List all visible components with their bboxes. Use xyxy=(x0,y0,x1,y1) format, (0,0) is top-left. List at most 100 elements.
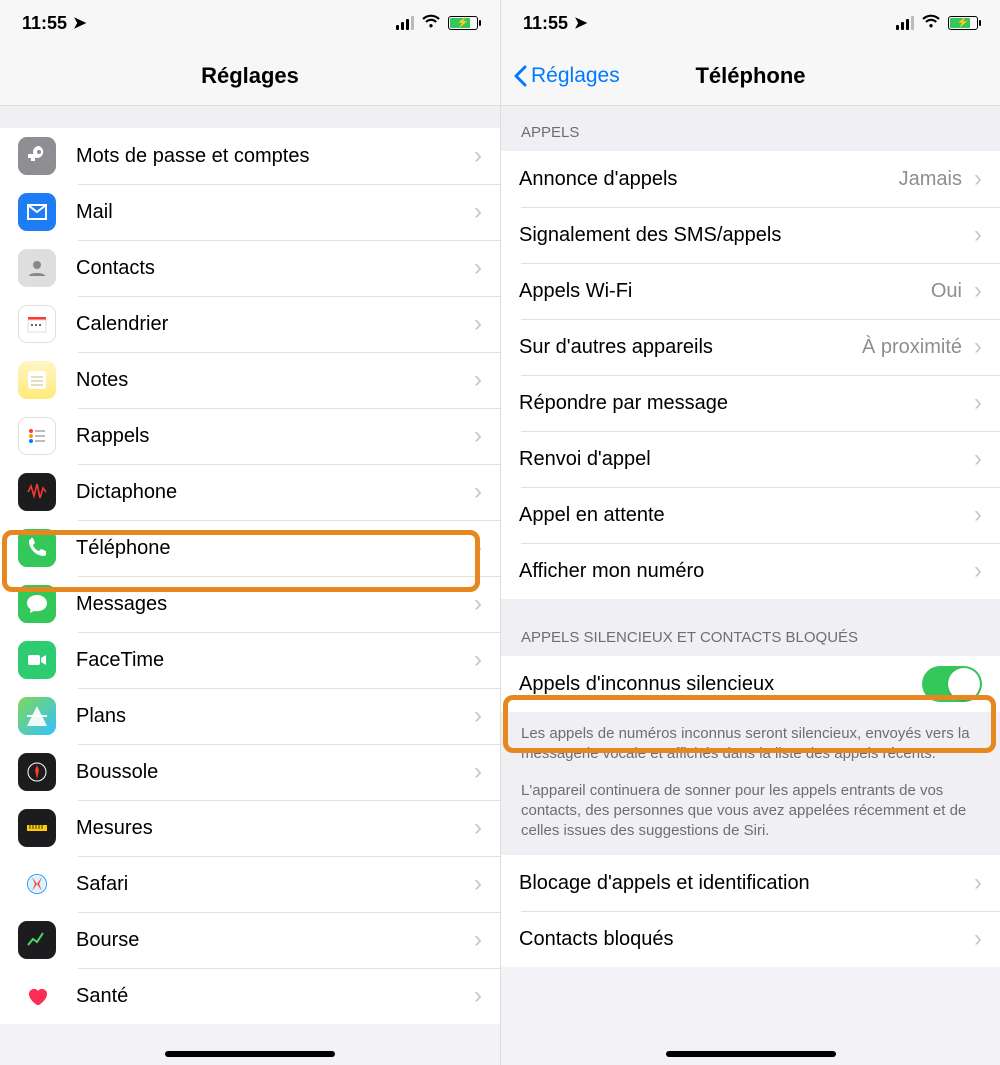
phone-row-forward[interactable]: Renvoi d'appel› xyxy=(501,431,1000,487)
settings-row-label: Safari xyxy=(76,873,470,896)
section-header-calls: APPELS xyxy=(501,106,1000,151)
settings-row-safari[interactable]: Safari› xyxy=(0,856,500,912)
settings-row-notes[interactable]: Notes› xyxy=(0,352,500,408)
silence-unknown-toggle[interactable] xyxy=(922,666,982,702)
chevron-right-icon: › xyxy=(474,758,482,786)
phone-row-label: Signalement des SMS/appels xyxy=(519,224,970,247)
chevron-right-icon: › xyxy=(974,165,982,193)
phone-settings-screen: 11:55 ➤ ⚡ Réglages Téléphone APPELS Anno… xyxy=(500,0,1000,1065)
settings-row-label: Contacts xyxy=(76,257,470,280)
settings-row-label: Téléphone xyxy=(76,537,470,560)
phone-row-label: Annonce d'appels xyxy=(519,168,899,191)
settings-row-label: Bourse xyxy=(76,929,470,952)
battery-icon: ⚡ xyxy=(448,16,478,30)
settings-row-compass[interactable]: Boussole› xyxy=(0,744,500,800)
phone-row-label: Répondre par message xyxy=(519,392,970,415)
chevron-right-icon: › xyxy=(474,590,482,618)
chevron-right-icon: › xyxy=(474,198,482,226)
phone-row-report[interactable]: Signalement des SMS/appels› xyxy=(501,207,1000,263)
signal-icon xyxy=(396,16,414,30)
settings-row-messages[interactable]: Messages› xyxy=(0,576,500,632)
phone-row-label: Blocage d'appels et identification xyxy=(519,872,970,895)
chevron-right-icon: › xyxy=(474,142,482,170)
key-icon xyxy=(18,137,56,175)
phone-row-waiting[interactable]: Appel en attente› xyxy=(501,487,1000,543)
phone-row-blocked[interactable]: Contacts bloqués› xyxy=(501,911,1000,967)
back-button[interactable]: Réglages xyxy=(513,64,620,88)
phone-row-value: Jamais xyxy=(899,168,962,191)
status-bar-2: 11:55 ➤ ⚡ xyxy=(501,0,1000,46)
home-indicator-2 xyxy=(666,1051,836,1057)
mail-icon xyxy=(18,193,56,231)
voice-icon xyxy=(18,473,56,511)
phone-row-label: Appels Wi-Fi xyxy=(519,280,931,303)
phone-row-label: Renvoi d'appel xyxy=(519,448,970,471)
silence-footer-1: Les appels de numéros inconnus seront si… xyxy=(501,712,1000,779)
settings-row-health[interactable]: Santé› xyxy=(0,968,500,1024)
silence-unknown-label: Appels d'inconnus silencieux xyxy=(519,673,922,696)
settings-row-calendar[interactable]: Calendrier› xyxy=(0,296,500,352)
location-icon-2: ➤ xyxy=(574,13,587,33)
facetime-icon xyxy=(18,641,56,679)
chevron-right-icon: › xyxy=(974,389,982,417)
location-icon: ➤ xyxy=(73,13,86,33)
settings-title: Réglages xyxy=(201,63,299,89)
settings-row-label: Notes xyxy=(76,369,470,392)
calendar-icon xyxy=(18,305,56,343)
phone-row-otherdev[interactable]: Sur d'autres appareilsÀ proximité › xyxy=(501,319,1000,375)
phone-row-label: Contacts bloqués xyxy=(519,928,970,951)
chevron-right-icon: › xyxy=(974,557,982,585)
settings-row-label: Santé xyxy=(76,985,470,1008)
chevron-right-icon: › xyxy=(474,926,482,954)
chevron-right-icon: › xyxy=(974,501,982,529)
silence-footer-2: L'appareil continuera de sonner pour les… xyxy=(501,779,1000,856)
status-bar: 11:55 ➤ ⚡ xyxy=(0,0,500,46)
phone-title: Téléphone xyxy=(695,63,805,89)
settings-row-label: Mots de passe et comptes xyxy=(76,145,470,168)
section-header-silence: APPELS SILENCIEUX ET CONTACTS BLOQUÉS xyxy=(501,599,1000,656)
reminders-icon xyxy=(18,417,56,455)
safari-icon xyxy=(18,865,56,903)
phone-row-label: Appel en attente xyxy=(519,504,970,527)
phone-row-respondmsg[interactable]: Répondre par message› xyxy=(501,375,1000,431)
chevron-right-icon: › xyxy=(474,982,482,1010)
settings-navbar: Réglages xyxy=(0,46,500,106)
settings-row-voicerec[interactable]: Dictaphone› xyxy=(0,464,500,520)
back-label: Réglages xyxy=(531,64,620,88)
phone-row-announce[interactable]: Annonce d'appelsJamais › xyxy=(501,151,1000,207)
silence-unknown-row[interactable]: Appels d'inconnus silencieux xyxy=(501,656,1000,712)
chevron-right-icon: › xyxy=(474,422,482,450)
settings-row-mail[interactable]: Mail› xyxy=(0,184,500,240)
status-time-2: 11:55 xyxy=(523,13,568,34)
phone-row-wifi[interactable]: Appels Wi-FiOui› xyxy=(501,263,1000,319)
chevron-right-icon: › xyxy=(974,333,982,361)
phone-row-value: À proximité xyxy=(862,336,962,359)
wifi-icon-2 xyxy=(921,13,941,34)
chevron-right-icon: › xyxy=(474,646,482,674)
settings-row-facetime[interactable]: FaceTime› xyxy=(0,632,500,688)
settings-row-stocks[interactable]: Bourse› xyxy=(0,912,500,968)
settings-row-maps[interactable]: Plans› xyxy=(0,688,500,744)
settings-row-label: Calendrier xyxy=(76,313,470,336)
chevron-right-icon: › xyxy=(474,478,482,506)
chevron-right-icon: › xyxy=(974,925,982,953)
chevron-right-icon: › xyxy=(474,870,482,898)
phone-row-showid[interactable]: Afficher mon numéro› xyxy=(501,543,1000,599)
signal-icon-2 xyxy=(896,16,914,30)
settings-row-passwords[interactable]: Mots de passe et comptes› xyxy=(0,128,500,184)
messages-icon xyxy=(18,585,56,623)
chevron-right-icon: › xyxy=(974,277,982,305)
home-indicator xyxy=(165,1051,335,1057)
maps-icon xyxy=(18,697,56,735)
settings-row-contacts[interactable]: Contacts› xyxy=(0,240,500,296)
settings-row-measures[interactable]: Mesures› xyxy=(0,800,500,856)
phone-row-label: Sur d'autres appareils xyxy=(519,336,862,359)
settings-row-phone[interactable]: Téléphone› xyxy=(0,520,500,576)
settings-row-label: FaceTime xyxy=(76,649,470,672)
settings-row-reminders[interactable]: Rappels› xyxy=(0,408,500,464)
chevron-right-icon: › xyxy=(474,702,482,730)
compass-icon xyxy=(18,753,56,791)
battery-icon-2: ⚡ xyxy=(948,16,978,30)
settings-row-label: Messages xyxy=(76,593,470,616)
phone-row-blockid[interactable]: Blocage d'appels et identification› xyxy=(501,855,1000,911)
